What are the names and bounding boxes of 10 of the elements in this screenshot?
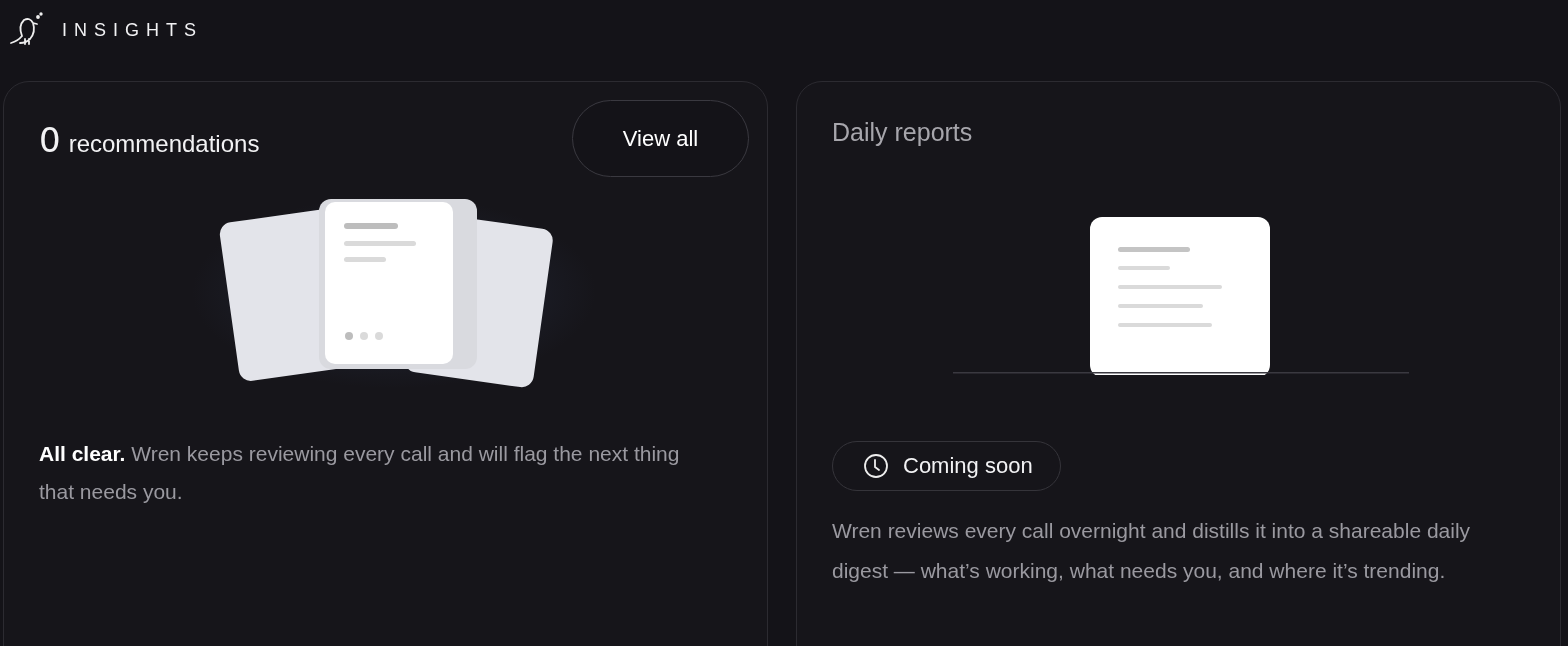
recommendation-count: 0 xyxy=(39,120,61,160)
all-clear-message: All clear. Wren keeps reviewing every call and will flag the next thing that needs you. xyxy=(39,441,681,505)
page-title: INSIGHTS xyxy=(62,19,203,41)
daily-reports-title: Daily reports xyxy=(832,118,974,147)
daily-reports-description: Wren reviews every call overnight and distills it into a shareable daily digest — what’s working, what needs you, and where it’s trending. xyxy=(832,518,1472,584)
view-all-button[interactable]: View all xyxy=(572,100,749,177)
clock-icon xyxy=(863,453,889,479)
recommendations-label: recommendations xyxy=(68,130,260,158)
bird-logo-icon xyxy=(8,12,44,48)
coming-soon-label: Coming soon xyxy=(903,453,1033,479)
